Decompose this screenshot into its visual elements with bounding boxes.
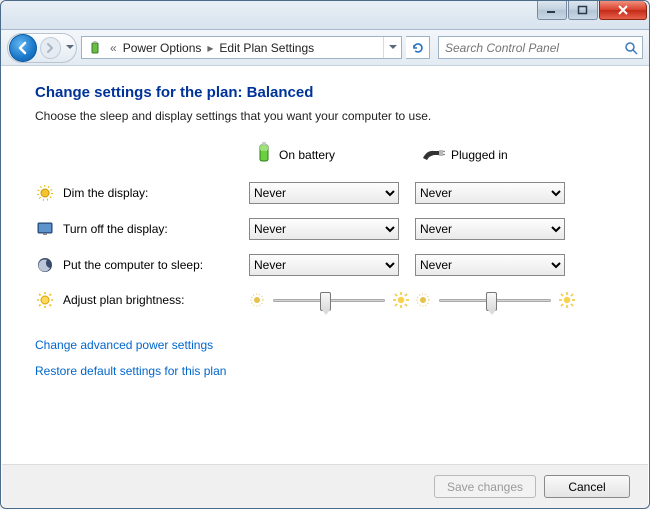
- brightness-plugged-slider[interactable]: [439, 299, 551, 302]
- brightness-battery-cell: [249, 292, 409, 308]
- search-input[interactable]: [439, 41, 620, 55]
- forward-button[interactable]: [40, 37, 62, 59]
- page-subtitle: Choose the sleep and display settings th…: [35, 109, 615, 123]
- row-label-text: Put the computer to sleep:: [63, 258, 203, 272]
- row-label-brightness: Adjust plan brightness:: [35, 290, 249, 310]
- slider-thumb[interactable]: [486, 292, 497, 311]
- brightness-plugged-cell: [415, 292, 575, 308]
- dim-plugged-select[interactable]: Never: [415, 182, 565, 204]
- sun-bright-icon: [559, 292, 575, 308]
- column-header-plugged: Plugged in: [415, 144, 581, 165]
- turnoff-plugged-select[interactable]: Never: [415, 218, 565, 240]
- row-label-text: Turn off the display:: [63, 222, 168, 236]
- close-button[interactable]: [599, 1, 647, 20]
- nav-back-forward-group: [7, 33, 77, 63]
- search-icon[interactable]: [620, 37, 642, 58]
- search-box: [438, 36, 643, 59]
- breadcrumb[interactable]: « Power Options ▸ Edit Plan Settings: [81, 36, 402, 59]
- breadcrumb-sep: «: [106, 41, 121, 55]
- footer: Save changes Cancel: [2, 464, 648, 508]
- brightness-battery-slider[interactable]: [273, 299, 385, 302]
- sun-dim-icon: [415, 292, 431, 308]
- row-label-dim: Dim the display:: [35, 183, 249, 203]
- page-title: Change settings for the plan: Balanced: [35, 84, 615, 101]
- breadcrumb-item[interactable]: Edit Plan Settings: [217, 41, 316, 55]
- breadcrumb-item[interactable]: Power Options: [121, 41, 204, 55]
- turnoff-battery-select[interactable]: Never: [249, 218, 399, 240]
- row-label-text: Dim the display:: [63, 186, 148, 200]
- column-label: Plugged in: [451, 148, 508, 162]
- recent-pages-dropdown[interactable]: [64, 41, 76, 55]
- column-header-battery: On battery: [249, 141, 415, 168]
- row-label-text: Adjust plan brightness:: [63, 293, 184, 307]
- sleep-plugged-select[interactable]: Never: [415, 254, 565, 276]
- plug-icon: [421, 144, 445, 165]
- breadcrumb-sep: ▸: [203, 41, 217, 55]
- dim-battery-select[interactable]: Never: [249, 182, 399, 204]
- refresh-button[interactable]: [406, 36, 430, 59]
- restore-defaults-link[interactable]: Restore default settings for this plan: [35, 364, 615, 378]
- cancel-button[interactable]: Cancel: [544, 475, 630, 498]
- sleep-battery-select[interactable]: Never: [249, 254, 399, 276]
- save-button[interactable]: Save changes: [434, 475, 536, 498]
- row-label-turnoff: Turn off the display:: [35, 219, 249, 239]
- address-dropdown[interactable]: [383, 37, 401, 58]
- minimize-button[interactable]: [537, 1, 567, 20]
- sun-icon: [35, 290, 55, 310]
- sun-bright-icon: [393, 292, 409, 308]
- links-area: Change advanced power settings Restore d…: [35, 338, 615, 378]
- monitor-icon: [35, 219, 55, 239]
- power-options-icon: [86, 39, 104, 57]
- content-area: Change settings for the plan: Balanced C…: [1, 66, 649, 398]
- slider-thumb[interactable]: [320, 292, 331, 311]
- advanced-settings-link[interactable]: Change advanced power settings: [35, 338, 615, 352]
- sun-dim-icon: [249, 292, 265, 308]
- column-label: On battery: [279, 148, 335, 162]
- moon-icon: [35, 255, 55, 275]
- back-button[interactable]: [9, 34, 37, 62]
- dim-icon: [35, 183, 55, 203]
- maximize-button[interactable]: [568, 1, 598, 20]
- window-frame: « Power Options ▸ Edit Plan Settings: [0, 0, 650, 509]
- settings-grid: On battery Plugged in: [35, 141, 615, 310]
- titlebar: [1, 1, 649, 30]
- row-label-sleep: Put the computer to sleep:: [35, 255, 249, 275]
- navbar: « Power Options ▸ Edit Plan Settings: [1, 30, 649, 66]
- battery-icon: [255, 141, 273, 168]
